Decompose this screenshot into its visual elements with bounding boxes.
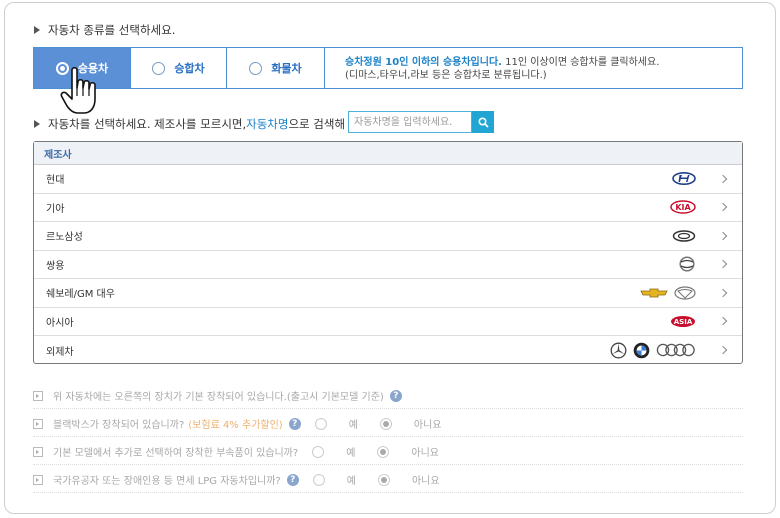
type-option-truck[interactable]: 화물차 [227, 48, 325, 88]
bmw-logo-icon [633, 342, 650, 359]
type-info: 승차정원 10인 이하의 승용차입니다. 11인 이상이면 승합차를 클릭하세요… [345, 57, 660, 81]
radio-no[interactable] [377, 473, 390, 486]
chevron-right-icon [718, 260, 728, 269]
radio-icon [249, 61, 263, 75]
bullet-box-icon [33, 390, 43, 401]
maker-row-asia[interactable]: 아시아 ASIA [34, 308, 742, 336]
hyundai-logo-icon [672, 172, 696, 186]
chevron-right-icon [718, 346, 728, 355]
radio-yes[interactable] [312, 473, 325, 486]
chevron-right-icon [718, 174, 728, 183]
maker-row-ssangyong[interactable]: 쌍용 [34, 251, 742, 279]
help-icon[interactable]: ? [286, 473, 299, 486]
bullet-box-icon [33, 418, 43, 429]
maker-row-kia[interactable]: 기아 KIA [34, 194, 742, 222]
maker-row-imported[interactable]: 외제차 [34, 336, 742, 365]
svg-text:KIA: KIA [675, 203, 691, 212]
search-button[interactable] [472, 111, 494, 133]
type-option-van[interactable]: 승합차 [131, 48, 227, 88]
audi-logo-icon [656, 344, 695, 357]
kia-logo-icon: KIA [670, 200, 696, 214]
help-icon[interactable]: ? [389, 389, 402, 402]
chevron-right-icon [718, 288, 728, 297]
radio-icon [152, 61, 166, 75]
answer-group: 예 아니요 [314, 416, 464, 431]
answer-group: 예 아니요 [312, 444, 461, 459]
radio-yes[interactable] [314, 417, 327, 430]
question-accessories: 기본 모델에서 추가로 선택하여 장착한 부속품이 있습니까? 예 아니요 [33, 439, 743, 465]
hand-cursor-icon [60, 66, 96, 114]
chevrolet-logo-icon [640, 288, 668, 298]
bullet-box-icon [33, 474, 43, 485]
question-blackbox: 블랙박스가 장착되어 있습니까? (보험료 4% 추가할인) ? 예 아니요 [33, 411, 743, 437]
maker-row-renault-samsung[interactable]: 르노삼성 [34, 222, 742, 251]
maker-row-chevrolet-gm[interactable]: 쉐보레/GM 대우 [34, 279, 742, 308]
car-name-link[interactable]: 자동차명 [246, 116, 288, 132]
search-icon [477, 116, 489, 128]
bullet-box-icon [33, 446, 43, 457]
chevron-right-icon [718, 203, 728, 212]
radio-no[interactable] [377, 445, 390, 458]
answer-group: 예 아니요 [312, 472, 462, 487]
bullet-triangle-icon [34, 120, 40, 128]
ssangyong-logo-icon [679, 256, 695, 272]
question-lpg-exempt: 국가유공자 또는 장애인용 등 면세 LPG 자동차입니까? ? 예 아니요 [33, 467, 743, 493]
mercedes-logo-icon [610, 342, 627, 359]
car-search [348, 111, 494, 133]
car-name-search-input[interactable] [348, 111, 472, 133]
gm-daewoo-logo-icon [674, 286, 696, 300]
maker-section-title: 자동차를 선택하세요. 제조사를 모르시면, 자동차명 으로 검색해 보세요. [34, 116, 384, 132]
vehicle-type-selector: 승용차 승합차 화물차 승차정원 10인 이하의 승용차입니다. 11인 이상이… [33, 47, 743, 89]
maker-table-header: 제조사 [34, 142, 742, 165]
maker-table: 제조사 현대 기아 KIA 르노삼성 쌍용 쉐보레/GM 대우 아시아 ASIA… [33, 141, 743, 364]
help-icon[interactable]: ? [288, 417, 301, 430]
bullet-triangle-icon [34, 26, 40, 34]
chevron-right-icon [718, 231, 728, 240]
radio-yes[interactable] [312, 445, 325, 458]
chevron-right-icon [718, 317, 728, 326]
type-section-title: 자동차 종류를 선택하세요. [34, 22, 175, 38]
radio-no[interactable] [379, 417, 392, 430]
svg-text:ASIA: ASIA [674, 318, 693, 326]
renault-samsung-logo-icon [672, 230, 696, 242]
maker-row-hyundai[interactable]: 현대 [34, 165, 742, 194]
question-default-equipment: 위 자동차에는 오른쪽의 장치가 기본 장착되어 있습니다.(출고시 기본모델 … [33, 383, 743, 409]
asia-logo-icon: ASIA [671, 315, 695, 327]
